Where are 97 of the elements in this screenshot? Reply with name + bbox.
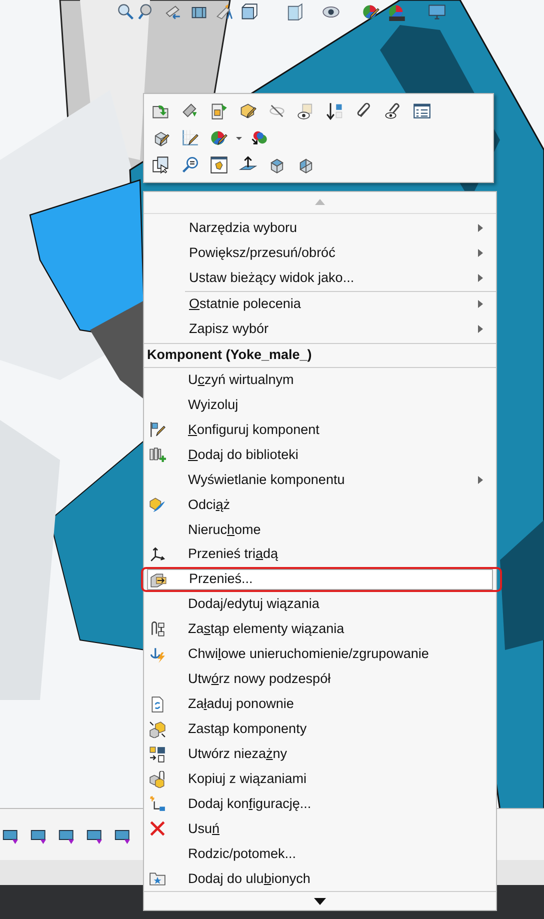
section-title: Komponent (Yoke_male_) [147,346,312,364]
view-orientation-icon[interactable] [240,3,258,21]
menu-item[interactable]: Ustaw bieżący widok jako... [144,266,496,291]
menu-item[interactable]: Kopiuj z wiązaniami [144,768,496,790]
library-add-icon[interactable] [149,446,166,464]
menu-item[interactable]: Chwilowe unieruchomienie/zgrupowanie [144,644,496,665]
paperclip-replace-icon[interactable] [149,620,166,638]
menu-item[interactable]: Powiększ/przesuń/obróć [144,240,496,266]
menu-item-label: Dodaj do ulubionych [188,870,310,888]
favorites-folder-icon[interactable] [149,870,166,888]
menu-item[interactable]: Usuń [144,818,496,840]
menu-item-label: Wyświetlanie komponentu [188,470,345,489]
menu-item[interactable]: Rodzic/potomek... [144,843,496,864]
move-down-icon[interactable] [326,102,344,120]
menu-item-label: Utwórz nowy podzespół [188,670,331,688]
menu-item-label: Zastąp komponenty [188,720,307,738]
menu-item[interactable]: Przenieś... [147,569,493,590]
save-icon[interactable] [149,746,166,763]
menu-item[interactable]: Zapisz wybór [144,316,496,342]
menu-item-label: Zastąp elementy wiązania [188,620,344,638]
menu-item[interactable]: Zastąp elementy wiązania [144,618,496,640]
menu-item[interactable]: Dodaj do biblioteki [144,444,496,466]
menu-item[interactable]: Odciąż [144,494,496,516]
menu-item[interactable]: Dodaj/edytuj wiązania [144,594,496,615]
menu-item[interactable]: Utwórz niezażny [144,744,496,765]
previous-view-icon[interactable] [163,3,181,21]
list-icon[interactable] [413,102,431,120]
menu-item-label: Narzędzia wyboru [189,219,298,238]
edit-part-icon[interactable] [239,102,257,120]
dropdown-caret-icon[interactable] [235,134,243,142]
appearance-icon[interactable] [210,129,228,147]
replace-components-icon[interactable] [149,720,166,738]
menu-item-label: Usuń [188,820,220,838]
menu-item-label: Uczyń wirtualnym [188,370,294,389]
submenu-arrow-icon [478,476,483,484]
menu-item-label: Dodaj konfigurację... [188,794,312,813]
menu-item-label: Przenieś... [189,570,253,588]
menu-item-label: Ostatnie polecenia [189,295,301,314]
menu-item[interactable]: Załaduj ponownie [144,694,496,715]
menu-item[interactable]: Dodaj konfigurację... [144,793,496,814]
submenu-arrow-icon [478,249,483,258]
menu-item-label: Odciąż [188,496,230,514]
menu-item-label: Wyizoluj [188,396,238,414]
menu-item[interactable]: Wyizoluj [144,394,496,416]
submenu-arrow-icon [478,274,483,282]
configure-icon[interactable] [149,421,166,438]
menu-item-label: Załaduj ponownie [188,695,294,714]
menu-item-label: Dodaj/edytuj wiązania [188,595,320,614]
show-icon[interactable] [297,102,315,120]
menu-item-label: Zapisz wybór [189,320,269,338]
delete-icon[interactable] [149,820,166,838]
edit-component-icon[interactable] [152,129,170,147]
component-window-icon[interactable] [210,156,228,174]
menu-item-label: Powiększ/przesuń/obróć [189,244,336,262]
zoom-to-selection-icon[interactable] [181,156,199,174]
monitor-icon[interactable] [428,3,446,21]
hide-icon[interactable] [268,102,286,120]
view-box-side-icon[interactable] [297,156,315,174]
menu-item-label: Kopiuj z wiązaniami [188,770,307,788]
submenu-arrow-icon [478,325,483,334]
edit-appearance-icon[interactable] [362,3,380,21]
menu-item[interactable]: Wyświetlanie komponentu [144,469,496,490]
open-drawing-icon[interactable] [210,102,228,120]
paperclip-icon[interactable] [355,102,373,120]
menu-item[interactable]: Ostatnie polecenia [144,292,496,317]
menu-item[interactable]: Uczyń wirtualnym [144,370,496,391]
zoom-fit-icon[interactable] [117,3,135,21]
scroll-down-arrow-icon[interactable] [314,898,326,905]
menu-item-label: Utwórz niezażny [188,744,288,763]
menu-item[interactable]: Nieruchome [144,519,496,540]
menu-item-label: Ustaw bieżący widok jako... [189,269,354,288]
triad-icon[interactable] [149,546,166,564]
anchor-lightning-icon[interactable] [149,646,166,663]
menu-item[interactable]: Zastąp komponenty [144,718,496,740]
menu-item[interactable]: Przenieś triadą [144,544,496,566]
select-other-icon[interactable] [152,156,170,174]
appearance-copy-icon[interactable] [250,129,268,147]
copy-with-mates-icon[interactable] [149,770,166,788]
menu-item-label: Konfiguruj komponent [188,420,320,439]
menu-item-label: Chwilowe unieruchomienie/zgrupowanie [188,645,429,664]
menu-item[interactable]: Narzędzia wyboru [144,216,496,241]
menu-item[interactable]: Utwórz nowy podzespół [144,668,496,690]
menu-item[interactable]: Dodaj do ulubionych [144,868,496,890]
sketch-pencil-icon[interactable] [181,129,199,147]
menu-item-label: Dodaj do biblioteki [188,446,298,464]
move-component-icon[interactable] [150,572,167,590]
add-configuration-icon[interactable] [149,795,166,812]
submenu-arrow-icon [478,300,483,308]
submenu-arrow-icon [478,224,483,232]
menu-item[interactable]: Konfiguruj komponent [144,419,496,440]
menu-item-label: Nieruchome [188,520,261,539]
menu-item-label: Rodzic/potomek... [188,844,296,863]
menu-item-label: Przenieś triadą [188,545,278,564]
display-style-icon[interactable] [285,3,303,21]
reload-icon[interactable] [149,696,166,713]
paperclip-eye-icon[interactable] [384,102,402,120]
view-box-icon[interactable] [268,156,286,174]
